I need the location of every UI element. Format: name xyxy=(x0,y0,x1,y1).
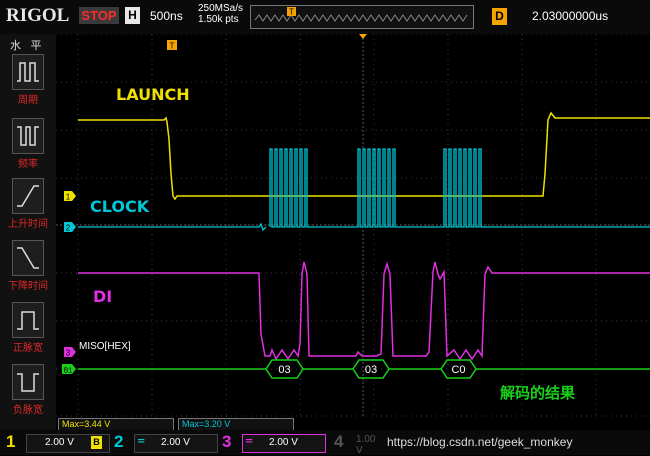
decode-value-1: 03 xyxy=(278,364,290,376)
channel-volts: 2.00 V xyxy=(269,437,298,448)
bus-offset-marker: B1 xyxy=(62,364,76,375)
channel-volts: 2.00 V xyxy=(45,437,74,448)
fall-time-icon xyxy=(12,240,44,276)
negative-width-icon xyxy=(12,364,44,400)
horizontal-badge[interactable]: H xyxy=(125,7,140,24)
channel-4-settings[interactable]: 4 1.00 V xyxy=(334,432,384,456)
sidebar-item-label: 上升时间 xyxy=(8,219,48,230)
channel-number: 2 xyxy=(114,432,124,451)
memory-overview-waveform: T xyxy=(254,7,468,22)
sidebar-item-fall-time[interactable]: 下降时间 xyxy=(2,240,54,302)
top-status-bar: RIGOL STOP H 500ns 250MSa/s 1.50k pts T … xyxy=(0,0,650,34)
coupling-icon: = xyxy=(137,436,146,447)
acquisition-info: 250MSa/s 1.50k pts xyxy=(198,3,243,25)
waveform-display[interactable]: T 03 03 C0 1 2 3 B1 LAUNCH CLOCK DI MISO… xyxy=(56,33,650,417)
clock-label: CLOCK xyxy=(90,197,150,216)
channel-volts: 2.00 V xyxy=(161,437,190,448)
channel-1-settings[interactable]: 1 2.00 V B xyxy=(6,432,110,453)
trigger-position-marker: T xyxy=(167,40,177,51)
ch3-offset-marker: 3 xyxy=(64,347,76,358)
di-label: DI xyxy=(93,287,113,306)
positive-width-icon xyxy=(12,302,44,338)
period-icon xyxy=(12,54,44,90)
decode-value-3: C0 xyxy=(451,364,465,376)
sidebar-title: 水 平 xyxy=(10,39,45,52)
measure-sidebar: 水 平 周期 频率 上升时间 下降时间 正脉宽 负脉宽 xyxy=(0,34,56,430)
svg-text:T: T xyxy=(170,42,175,51)
channel-3-settings[interactable]: 3 = 2.00 V xyxy=(222,432,326,453)
delay-badge[interactable]: D xyxy=(492,8,507,25)
frequency-icon xyxy=(12,118,44,154)
sidebar-item-label: 下降时间 xyxy=(8,281,48,292)
sidebar-item-label: 频率 xyxy=(18,159,38,170)
measurement-bar: Max=3.44 V Max=3.20 V xyxy=(56,417,650,431)
sidebar-item-label: 正脉宽 xyxy=(13,343,43,354)
sidebar-item-frequency[interactable]: 频率 xyxy=(2,118,54,180)
ch3-di-trace xyxy=(78,261,650,361)
ch1-launch-trace xyxy=(78,111,650,201)
sidebar-item-period[interactable]: 周期 xyxy=(2,54,54,116)
channel-number: 1 xyxy=(6,432,16,451)
decode-value-2: 03 xyxy=(365,364,377,376)
svg-text:2: 2 xyxy=(66,224,71,233)
decode-annotation: 解码的结果 xyxy=(500,384,576,402)
rise-time-icon xyxy=(12,178,44,214)
sidebar-item-label: 负脉宽 xyxy=(13,405,43,416)
brand-logo: RIGOL xyxy=(6,5,70,26)
ch2-offset-marker: 2 xyxy=(64,222,76,233)
channel-2-settings[interactable]: 2 = 2.00 V xyxy=(114,432,218,453)
sidebar-item-label: 周期 xyxy=(18,95,38,106)
channel-volts: 1.00 V xyxy=(356,434,376,456)
ch2-clock-trace xyxy=(78,148,650,232)
memory-overview-strip[interactable]: T xyxy=(250,5,474,29)
svg-text:1: 1 xyxy=(66,193,71,202)
channel-bar: 1 2.00 V B 2 = 2.00 V 3 = 2.00 V 4 1.00 … xyxy=(0,430,650,456)
sample-rate: 250MSa/s xyxy=(198,3,244,14)
memory-depth: 1.50k pts xyxy=(198,14,239,25)
channel-number: 4 xyxy=(334,432,344,451)
launch-label: LAUNCH xyxy=(116,85,190,104)
svg-text:B1: B1 xyxy=(64,368,73,375)
bus-label: MISO[HEX] xyxy=(79,341,131,352)
source-watermark: https://blog.csdn.net/geek_monkey xyxy=(387,435,573,449)
sidebar-item-negative-width[interactable]: 负脉宽 xyxy=(2,364,54,426)
channel-number: 3 xyxy=(222,432,232,451)
run-stop-button[interactable]: STOP xyxy=(79,7,119,24)
sidebar-item-positive-width[interactable]: 正脉宽 xyxy=(2,302,54,364)
center-marker xyxy=(359,34,367,39)
svg-text:T: T xyxy=(289,8,294,17)
coupling-icon: = xyxy=(245,436,254,447)
timebase-value[interactable]: 500ns xyxy=(150,9,183,23)
sidebar-item-rise-time[interactable]: 上升时间 xyxy=(2,178,54,240)
svg-text:3: 3 xyxy=(66,349,71,358)
bandwidth-limit-badge: B xyxy=(91,436,102,449)
delay-value[interactable]: 2.03000000us xyxy=(532,9,608,23)
ch1-offset-marker: 1 xyxy=(64,191,76,202)
